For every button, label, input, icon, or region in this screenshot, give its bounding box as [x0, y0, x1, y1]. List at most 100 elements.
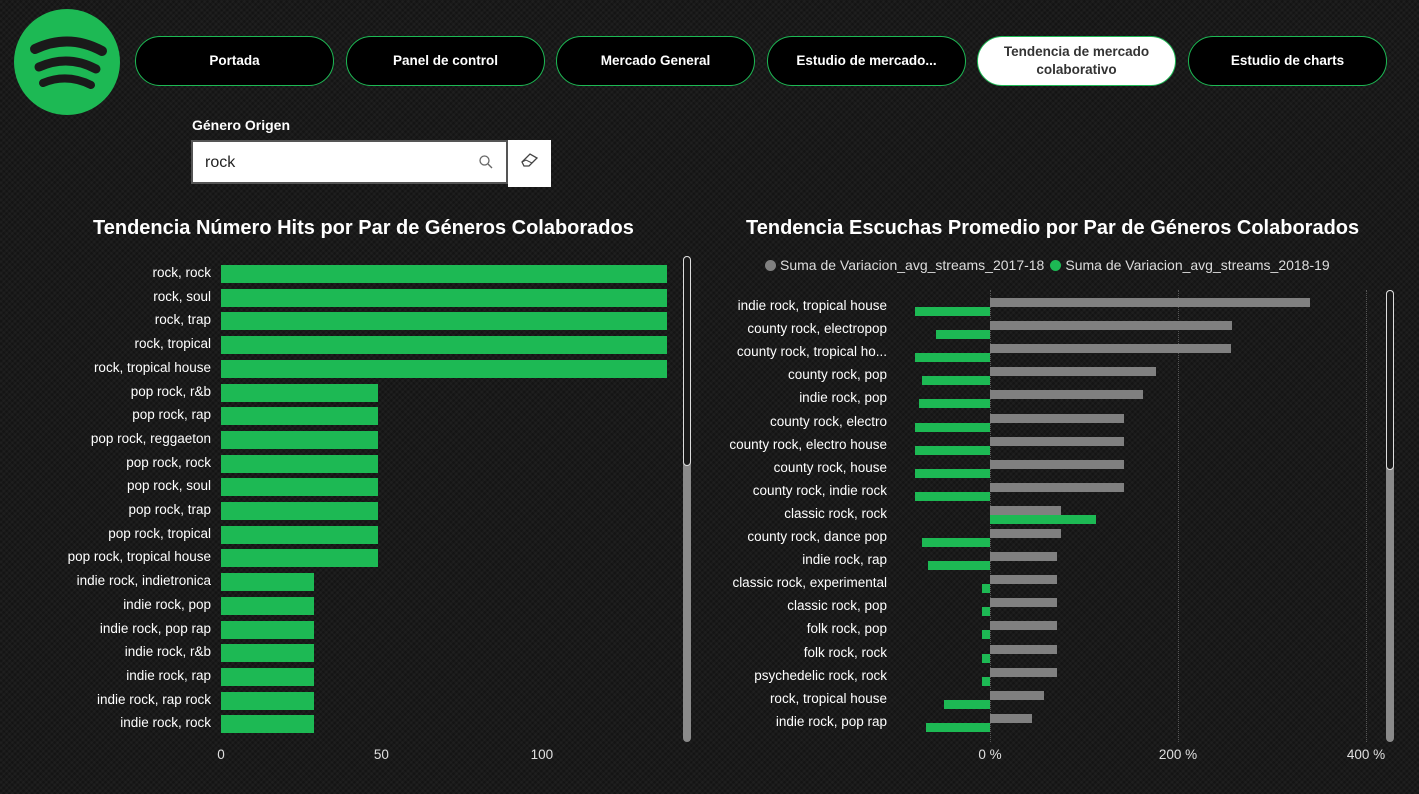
category-label: pop rock, trap	[128, 502, 211, 517]
x-tick-label: 400 %	[1346, 747, 1386, 762]
category-label: folk rock, rock	[803, 644, 887, 660]
category-label: county rock, pop	[787, 367, 887, 383]
x-tick-label: 0	[217, 747, 225, 762]
category-label: indie rock, r&b	[124, 644, 211, 660]
bar	[990, 390, 1144, 400]
bar	[221, 288, 667, 307]
category-label: county rock, house	[773, 459, 887, 475]
search-icon[interactable]	[478, 154, 494, 170]
bar	[914, 468, 990, 478]
chart1-scrollbar-thumb[interactable]	[683, 256, 691, 466]
category-label: pop rock, soul	[126, 478, 211, 494]
category-label: indie rock, pop	[123, 596, 211, 612]
tab-estudio-de-mercado[interactable]: Estudio de mercado...	[767, 36, 966, 86]
x-tick-label: 200 %	[1158, 747, 1198, 762]
bar	[990, 621, 1057, 631]
bar	[990, 367, 1157, 377]
spotify-logo-icon	[14, 9, 120, 115]
bar	[914, 307, 990, 316]
bar	[221, 383, 379, 402]
bar	[914, 491, 990, 501]
category-label: psychedelic rock, rock	[754, 667, 887, 683]
tab-estudio-de-charts[interactable]: Estudio de charts	[1188, 36, 1387, 86]
category-label: indie rock, pop	[799, 390, 887, 406]
category-label: county rock, electro house	[729, 436, 887, 452]
tab-portada[interactable]: Portada	[135, 36, 334, 86]
tab-mercado-general[interactable]: Mercado General	[556, 36, 755, 86]
category-label: county rock, tropical ho...	[736, 344, 887, 360]
bar	[990, 505, 1062, 515]
category-label: classic rock, pop	[787, 598, 887, 614]
bar	[990, 575, 1057, 585]
bar	[922, 376, 990, 386]
chart2-title: Tendencia Escuchas Promedio por Par de G…	[746, 217, 1360, 239]
category-label: rock, tropical house	[93, 359, 211, 375]
legend-dot-gray-icon	[765, 259, 776, 271]
tab-label: Tendencia de mercado colaborativo	[1003, 44, 1150, 77]
bar	[221, 454, 379, 473]
category-label: pop rock, rock	[126, 454, 211, 470]
gridline	[1366, 290, 1367, 742]
bar	[990, 514, 1097, 524]
gridline	[1178, 290, 1179, 742]
category-label: indie rock, rap rock	[96, 691, 211, 707]
bar	[982, 584, 990, 594]
bar	[914, 422, 990, 432]
bar	[990, 598, 1057, 608]
category-label: indie rock, rap	[802, 552, 887, 568]
bar	[221, 359, 667, 378]
bar	[221, 312, 667, 331]
bar	[936, 330, 990, 340]
bar	[982, 676, 990, 686]
bar	[221, 715, 315, 734]
category-label: pop rock, tropical	[108, 525, 211, 541]
legend-item-2018-19[interactable]: Suma de Variacion_avg_streams_2018-19	[1050, 257, 1330, 273]
category-label: county rock, dance pop	[747, 529, 887, 544]
bar	[990, 321, 1232, 331]
bar	[990, 459, 1125, 469]
category-label: rock, trap	[154, 312, 211, 328]
bar	[926, 722, 990, 732]
tab-panel-de-control[interactable]: Panel de control	[346, 36, 545, 86]
bar	[990, 667, 1057, 677]
category-label: folk rock, pop	[806, 621, 887, 637]
bar	[221, 430, 379, 449]
bar	[221, 691, 315, 710]
bar	[221, 407, 379, 426]
bar	[221, 478, 379, 497]
x-tick-label: 50	[373, 747, 389, 762]
tab-tendencia-mercado-colaborativo[interactable]: Tendencia de mercado colaborativo	[977, 36, 1176, 86]
tab-label: Estudio de charts	[1230, 53, 1345, 68]
category-label: pop rock, reggaeton	[90, 430, 211, 446]
category-label: indie rock, rap	[126, 667, 211, 683]
search-input[interactable]: rock	[191, 140, 508, 184]
bar	[943, 699, 990, 709]
bar	[221, 596, 315, 615]
category-label: indie rock, pop rap	[99, 620, 211, 636]
legend-label: Suma de Variacion_avg_streams_2018-19	[1065, 257, 1330, 273]
bar	[221, 502, 379, 520]
category-label: indie rock, indietronica	[76, 573, 211, 589]
x-tick-label: 100	[530, 747, 554, 762]
category-label: rock, tropical	[134, 336, 211, 352]
clear-filter-button[interactable]	[508, 140, 551, 187]
bar	[221, 620, 315, 639]
category-label: pop rock, tropical house	[67, 549, 211, 565]
category-label: county rock, electro	[769, 413, 887, 429]
bar	[990, 644, 1057, 654]
bar	[990, 344, 1231, 354]
chart2-scrollbar-thumb[interactable]	[1386, 290, 1394, 470]
bar	[982, 653, 990, 663]
bar	[221, 549, 379, 568]
tab-label: Panel de control	[392, 53, 499, 68]
tab-label: Portada	[209, 53, 260, 68]
chart2-legend: Suma de Variacion_avg_streams_2017-18 Su…	[765, 257, 1336, 273]
search-value: rock	[205, 154, 236, 171]
legend-label: Suma de Variacion_avg_streams_2017-18	[780, 257, 1045, 273]
bar	[221, 667, 315, 686]
category-label: rock, rock	[152, 265, 211, 280]
legend-item-2017-18[interactable]: Suma de Variacion_avg_streams_2017-18	[765, 257, 1044, 273]
bar	[990, 529, 1061, 538]
bar	[990, 552, 1057, 562]
category-label: classic rock, rock	[784, 505, 887, 521]
